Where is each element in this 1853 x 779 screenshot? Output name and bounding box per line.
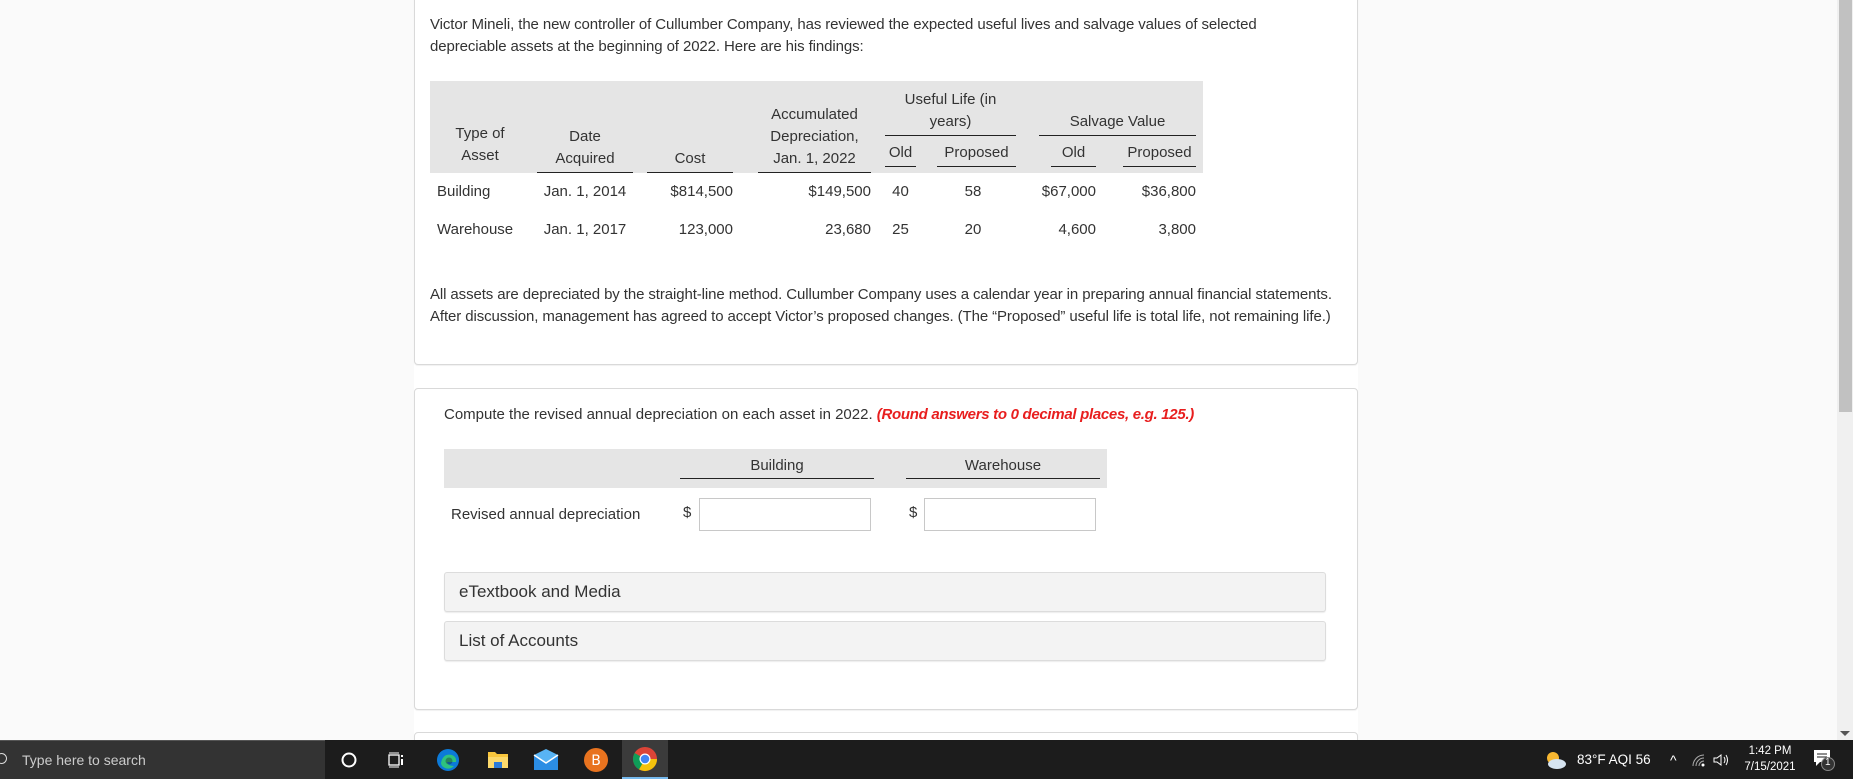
header-type-of-asset: Type of Asset <box>455 125 505 164</box>
revised-depreciation-label: Revised annual depreciation <box>451 506 641 523</box>
list-of-accounts-accordion[interactable]: List of Accounts <box>444 621 1326 661</box>
header-salvage-value: Salvage Value <box>1023 81 1203 142</box>
chrome-icon[interactable] <box>622 740 668 779</box>
vertical-scrollbar[interactable] <box>1837 0 1853 740</box>
weather-cloud-sun-icon <box>1547 751 1566 769</box>
header-salvage-old: Old <box>1023 142 1103 173</box>
header-life-old: Old <box>878 142 923 173</box>
rounding-instruction: (Round answers to 0 decimal places, e.g.… <box>876 406 1194 423</box>
building-depreciation-input[interactable] <box>699 498 871 531</box>
cell-type: Warehouse <box>437 221 514 238</box>
cell-life-old: 25 <box>892 221 909 238</box>
next-card <box>414 732 1358 740</box>
cell-date: Jan. 1, 2017 <box>543 221 627 238</box>
taskbar: Type here to search B 83°F AQI 56 ^ 1:42… <box>0 740 1853 779</box>
app-b-icon[interactable]: B <box>573 740 619 779</box>
taskbar-search[interactable]: Type here to search <box>0 740 325 779</box>
cell-cost: 123,000 <box>678 221 733 238</box>
search-icon <box>0 753 7 764</box>
problem-card: Victor Mineli, the new controller of Cul… <box>414 0 1358 365</box>
task-view-icon[interactable] <box>373 740 419 779</box>
header-date-acquired: Date Acquired <box>530 81 640 173</box>
table-row: Warehouse Jan. 1, 2017 123,000 23,680 25… <box>430 211 1203 249</box>
svg-text:B: B <box>591 753 601 769</box>
header-cost: Cost <box>640 81 740 173</box>
cell-cost: $814,500 <box>670 183 733 200</box>
answer-table-header: Building Warehouse <box>444 449 1107 488</box>
tray-chevron-up-icon[interactable]: ^ <box>1670 752 1677 768</box>
mail-icon[interactable] <box>523 740 569 779</box>
weather-widget[interactable]: 83°F AQI 56 <box>1543 740 1651 779</box>
cell-life-proposed: 58 <box>964 183 982 200</box>
column-warehouse: Warehouse <box>906 457 1100 479</box>
cortana-icon[interactable] <box>326 740 372 779</box>
cell-type: Building <box>437 183 491 200</box>
warehouse-depreciation-input[interactable] <box>924 498 1096 531</box>
file-explorer-icon[interactable] <box>475 740 521 779</box>
browser-viewport: Victor Mineli, the new controller of Cul… <box>0 0 1853 740</box>
currency-symbol: $ <box>683 504 692 521</box>
question-text: Compute the revised annual depreciation … <box>444 406 873 423</box>
question-card: Compute the revised annual depreciation … <box>414 388 1358 710</box>
etextbook-media-accordion[interactable]: eTextbook and Media <box>444 572 1326 612</box>
cell-salvage-proposed: $36,800 <box>1141 183 1196 200</box>
problem-closing: All assets are depreciated by the straig… <box>430 286 1332 325</box>
notification-center-icon[interactable]: 1 <box>1812 748 1835 771</box>
volume-icon[interactable] <box>1713 753 1731 767</box>
currency-symbol: $ <box>909 504 918 521</box>
cell-salvage-old: 4,600 <box>1058 221 1096 238</box>
clock-time: 1:42 PM <box>1748 745 1792 757</box>
findings-table: Type of Asset Date Acquired Cost Accumulat… <box>430 81 1203 249</box>
weather-text: 83°F AQI 56 <box>1577 752 1651 767</box>
cell-date: Jan. 1, 2014 <box>543 183 627 200</box>
table-row: Building Jan. 1, 2014 $814,500 $149,500 … <box>430 173 1203 211</box>
edge-browser-icon[interactable] <box>425 740 471 779</box>
question-prompt: Compute the revised annual depreciation … <box>444 404 1194 426</box>
scroll-down-arrow-icon[interactable] <box>1840 731 1850 736</box>
cell-accum-dep: 23,680 <box>825 221 871 238</box>
header-useful-life: Useful Life (in years) <box>878 81 1023 142</box>
cell-salvage-old: $67,000 <box>1041 183 1096 200</box>
system-tray[interactable]: ^ <box>1670 740 1731 779</box>
cell-accum-dep: $149,500 <box>808 183 871 200</box>
cell-life-old: 40 <box>892 183 909 200</box>
header-salvage-proposed: Proposed <box>1103 142 1203 173</box>
header-accumulated-depreciation: Accumulated Depreciation, Jan. 1, 2022 <box>740 81 878 173</box>
notification-count: 1 <box>1825 757 1831 768</box>
cell-life-proposed: 20 <box>964 221 982 238</box>
cell-salvage-proposed: 3,800 <box>1158 221 1196 238</box>
system-clock[interactable]: 1:42 PM 7/15/2021 <box>1740 743 1800 775</box>
wifi-icon[interactable] <box>1691 753 1707 767</box>
findings-header-row-1: Type of Asset Date Acquired Cost Accumulat… <box>430 81 1203 173</box>
scrollbar-thumb[interactable] <box>1839 0 1852 412</box>
header-life-proposed: Proposed <box>923 142 1023 173</box>
column-building: Building <box>680 457 874 479</box>
problem-intro: Victor Mineli, the new controller of Cul… <box>430 16 1257 55</box>
clock-date: 7/15/2021 <box>1744 761 1796 773</box>
search-placeholder: Type here to search <box>22 752 146 768</box>
